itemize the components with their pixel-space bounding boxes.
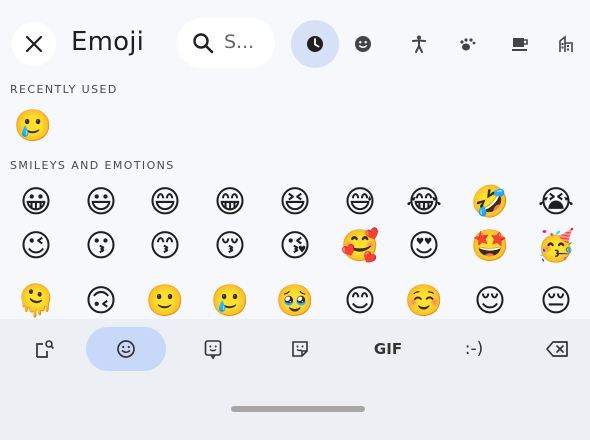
section-header-recent: RECENTLY USED (10, 83, 118, 96)
emoji-item[interactable]: 🤣 (470, 182, 510, 222)
close-button[interactable] (12, 22, 56, 66)
gif-label: GIF (373, 340, 403, 358)
emoji-item[interactable]: 😁 (210, 182, 250, 222)
sticker-search-icon (36, 340, 55, 358)
emoji-header: Emoji S... (0, 0, 590, 80)
emoji-item[interactable]: 😆 (275, 182, 315, 222)
search-field[interactable]: S... (177, 18, 275, 68)
page-title: Emoji (71, 27, 145, 57)
emoji-kitchen-icon (204, 340, 222, 360)
cup-icon (512, 38, 528, 51)
backspace-icon (546, 341, 568, 357)
emoticon-label: :-) (464, 339, 484, 359)
section-header-smileys: SMILEYS AND EMOTIONS (10, 159, 175, 172)
emoji-item[interactable]: 🙂 (145, 281, 185, 321)
tab-people[interactable] (395, 20, 443, 68)
emoji-item[interactable]: 😘 (275, 226, 315, 266)
emoji-item[interactable]: 😔 (536, 281, 576, 321)
sticker-search-button[interactable] (25, 327, 65, 371)
tab-travel[interactable] (542, 20, 590, 68)
emoji-panel: Emoji S... RECENTLY USED 🥲 SMILEYS AND E… (0, 0, 590, 440)
tab-smileys[interactable] (339, 20, 387, 68)
sticker-button[interactable] (280, 327, 320, 371)
emoji-item[interactable]: 😭 (536, 182, 576, 222)
emoji-item[interactable]: 😌 (470, 281, 510, 321)
emoji-item[interactable]: 😗 (81, 226, 121, 266)
emoji-kitchen-button[interactable] (193, 327, 233, 371)
person-icon (412, 35, 426, 53)
emoji-item[interactable]: 😊 (340, 281, 380, 321)
clock-icon (307, 36, 323, 52)
emoji-item[interactable]: 😀 (16, 182, 56, 222)
emoji-item[interactable]: 😄 (145, 182, 185, 222)
emoji-item[interactable]: 😂 (404, 182, 444, 222)
home-indicator[interactable] (231, 406, 365, 412)
emoji-item[interactable]: 😍 (404, 226, 444, 266)
emoji-item[interactable]: 😚 (210, 226, 250, 266)
tab-food[interactable] (496, 20, 544, 68)
emoji-item[interactable]: 🥳 (536, 226, 576, 266)
category-tabs (291, 20, 590, 68)
sticker-icon (292, 341, 308, 357)
gif-button[interactable]: GIF (366, 327, 410, 371)
emoji-item[interactable]: 😅 (340, 182, 380, 222)
emoji-item[interactable]: 😙 (145, 226, 185, 266)
smiley-icon (355, 36, 371, 52)
emoticon-button[interactable]: :-) (452, 327, 496, 371)
keyboard-bottom-bar: GIF :-) (0, 319, 590, 440)
emoji-item[interactable]: 🫠 (16, 281, 56, 321)
emoji-item[interactable]: 😃 (81, 182, 121, 222)
emoji-item[interactable]: ☺️ (404, 281, 444, 321)
emoji-tab-button[interactable] (86, 327, 166, 371)
emoji-item[interactable]: 🥰 (340, 226, 380, 266)
emoji-icon (117, 340, 135, 358)
emoji-item[interactable]: 🙃 (81, 281, 121, 321)
close-icon (25, 35, 43, 53)
emoji-item[interactable]: 🥲 (210, 281, 250, 321)
emoji-item[interactable]: 🥹 (275, 281, 315, 321)
paw-icon (460, 38, 476, 51)
building-icon (559, 35, 573, 52)
search-placeholder: S... (224, 31, 255, 53)
emoji-item[interactable]: 🤩 (470, 226, 510, 266)
tab-recent[interactable] (291, 20, 339, 68)
search-icon (193, 33, 214, 54)
emoji-recent-1[interactable]: 🥲 (13, 106, 53, 146)
tab-animals[interactable] (444, 20, 492, 68)
backspace-button[interactable] (538, 327, 578, 371)
emoji-item[interactable]: 😉 (16, 226, 56, 266)
